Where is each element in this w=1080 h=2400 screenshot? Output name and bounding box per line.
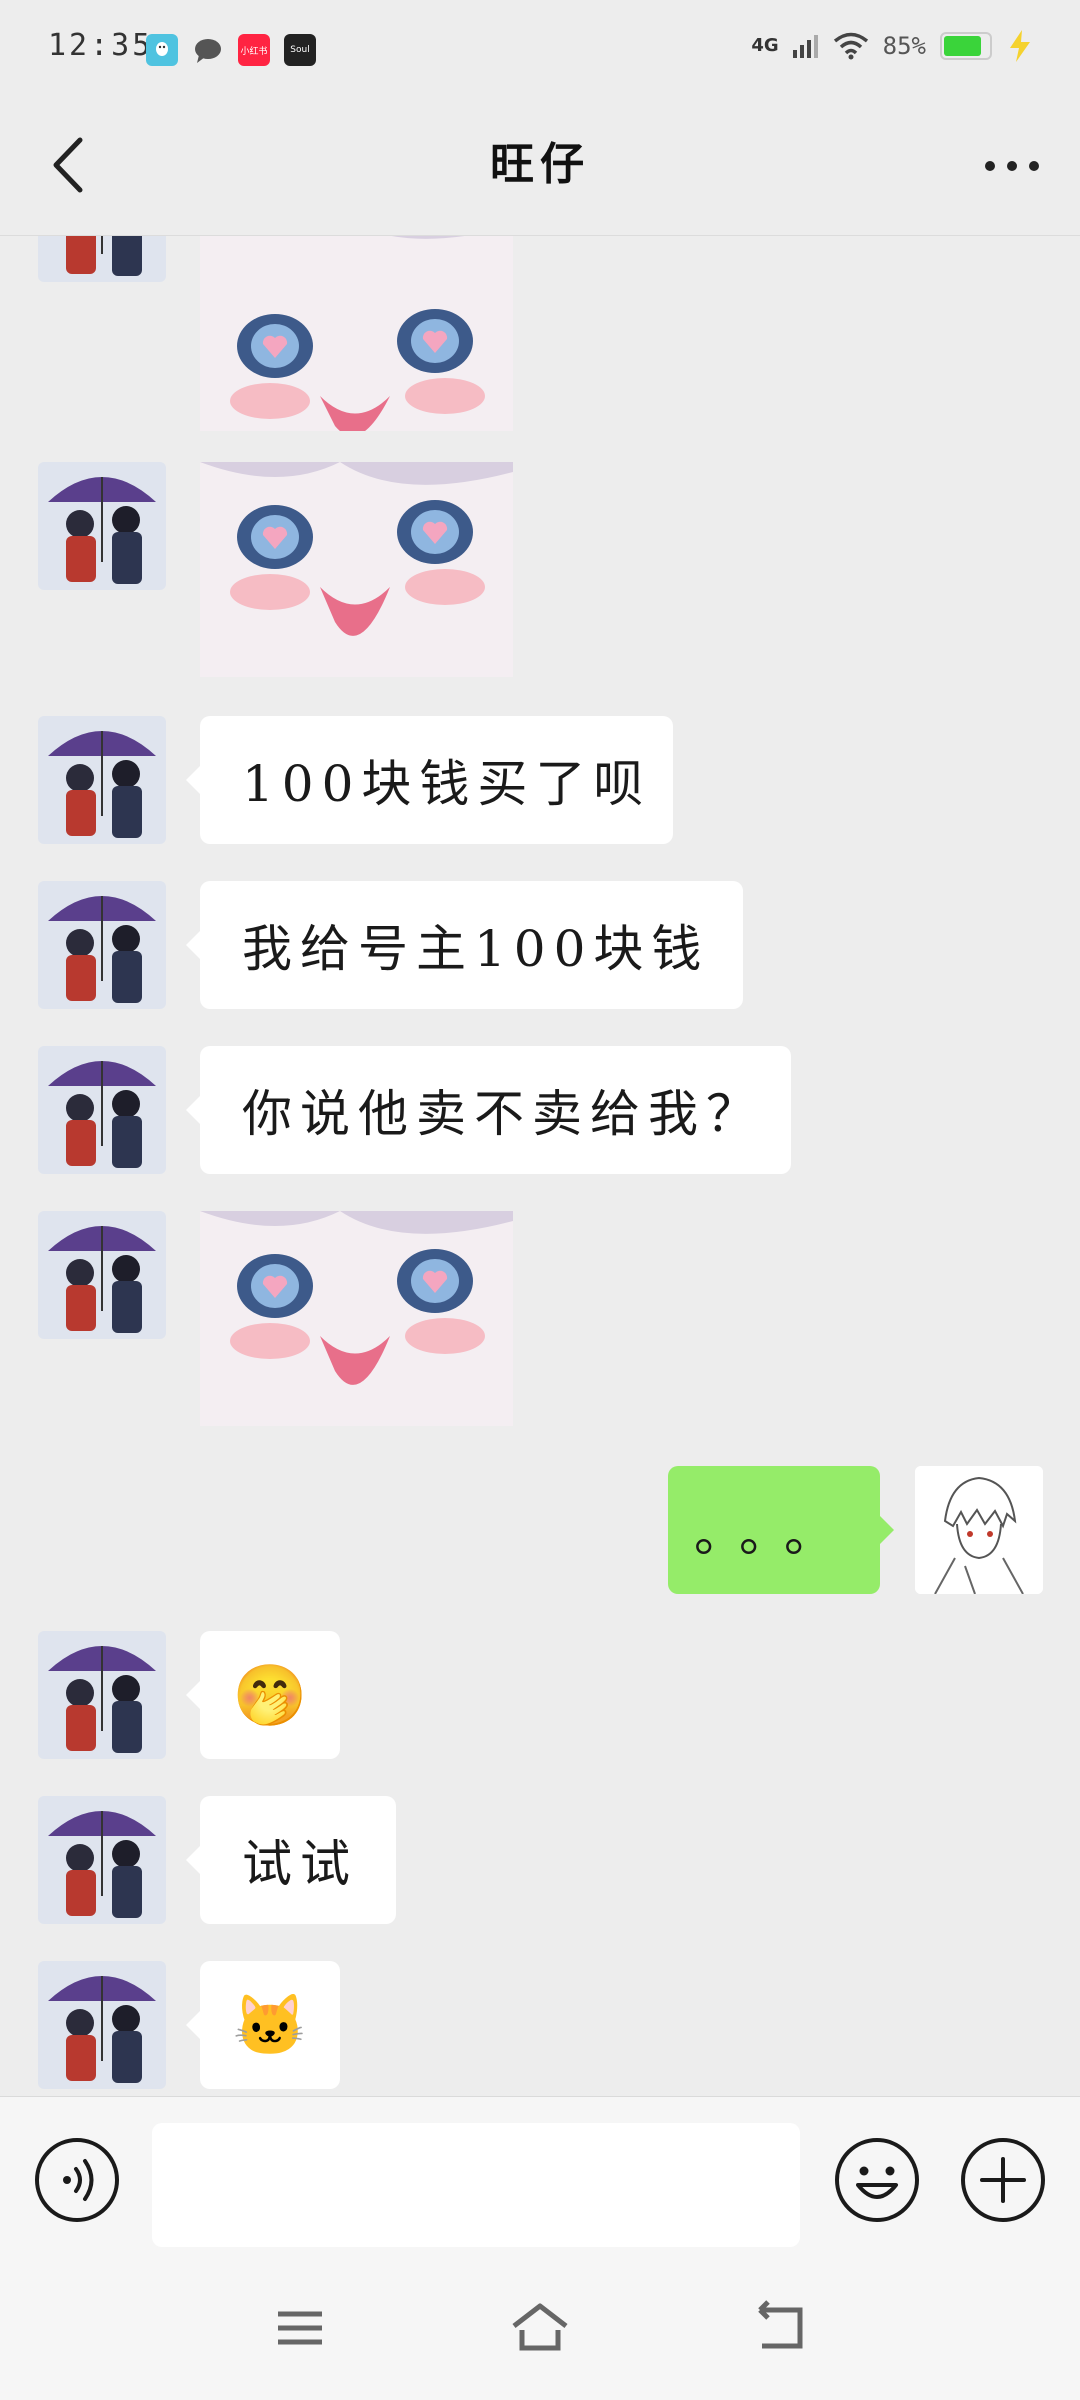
home-icon	[512, 2303, 568, 2351]
contact-avatar[interactable]	[38, 1631, 166, 1759]
more-dots-icon	[985, 161, 1039, 171]
menu-button[interactable]	[270, 2300, 330, 2356]
contact-avatar[interactable]	[38, 462, 166, 590]
message-bubble[interactable]: 你说他卖不卖给我？	[186, 1046, 791, 1174]
sticker-message[interactable]	[200, 236, 513, 431]
charging-icon	[1010, 30, 1030, 62]
message-bubble[interactable]: 试试	[186, 1796, 396, 1924]
xiaohongshu-icon: 小红书	[238, 34, 270, 66]
contact-avatar[interactable]	[38, 716, 166, 844]
smiley-icon	[835, 2138, 919, 2222]
home-button[interactable]	[510, 2300, 570, 2356]
contact-avatar[interactable]	[38, 1796, 166, 1924]
emoji-message[interactable]: 🤭	[186, 1631, 340, 1759]
plus-button[interactable]	[960, 2137, 1046, 2223]
menu-icon	[278, 2311, 322, 2345]
message-bubble[interactable]: 100块钱买了呗	[186, 716, 673, 844]
chat-title: 旺仔	[490, 139, 590, 190]
soul-icon: Soul	[284, 34, 316, 66]
network-indicator: 4G	[751, 35, 779, 56]
contact-avatar[interactable]	[38, 1211, 166, 1339]
sticker-message[interactable]	[200, 462, 513, 677]
contact-avatar[interactable]	[38, 1961, 166, 2089]
status-right: 4G 85%	[751, 30, 1034, 62]
plus-icon	[961, 2138, 1045, 2222]
emoji-button[interactable]	[834, 2137, 920, 2223]
more-button[interactable]	[980, 146, 1044, 186]
message-bubble-self[interactable]: 。。。	[668, 1466, 894, 1594]
battery-icon	[940, 32, 992, 60]
back-nav-button[interactable]	[750, 2300, 810, 2356]
qq-icon	[146, 34, 178, 66]
contact-avatar[interactable]	[38, 1046, 166, 1174]
battery-percent: 85%	[882, 32, 926, 60]
contact-avatar[interactable]	[38, 236, 166, 282]
self-avatar[interactable]	[915, 1466, 1043, 1594]
wifi-icon	[833, 32, 868, 60]
notification-icons: 小红书 Soul	[146, 34, 316, 66]
signal-icon	[792, 35, 818, 58]
message-list[interactable]: 100块钱买了呗 我给号主100块钱 你说他卖不卖给我？ 。。。 🤭 试试 🐱	[0, 236, 1080, 2096]
emoji-message[interactable]: 🐱	[186, 1961, 340, 2089]
battery-level	[944, 36, 982, 56]
contact-avatar[interactable]	[38, 881, 166, 1009]
chat-header: 旺仔	[0, 96, 1080, 236]
sticker-message[interactable]	[200, 1211, 513, 1426]
input-bar	[0, 2096, 1080, 2256]
voice-icon	[35, 2138, 119, 2222]
system-navigation	[0, 2256, 1080, 2400]
message-input[interactable]	[152, 2123, 800, 2247]
message-bubble[interactable]: 我给号主100块钱	[186, 881, 743, 1009]
status-time: 12:35	[48, 28, 154, 63]
back-icon	[758, 2300, 803, 2349]
status-bar: 12:35 小红书 Soul 4G 85%	[0, 0, 1080, 96]
message-icon	[192, 34, 224, 66]
voice-button[interactable]	[34, 2137, 120, 2223]
